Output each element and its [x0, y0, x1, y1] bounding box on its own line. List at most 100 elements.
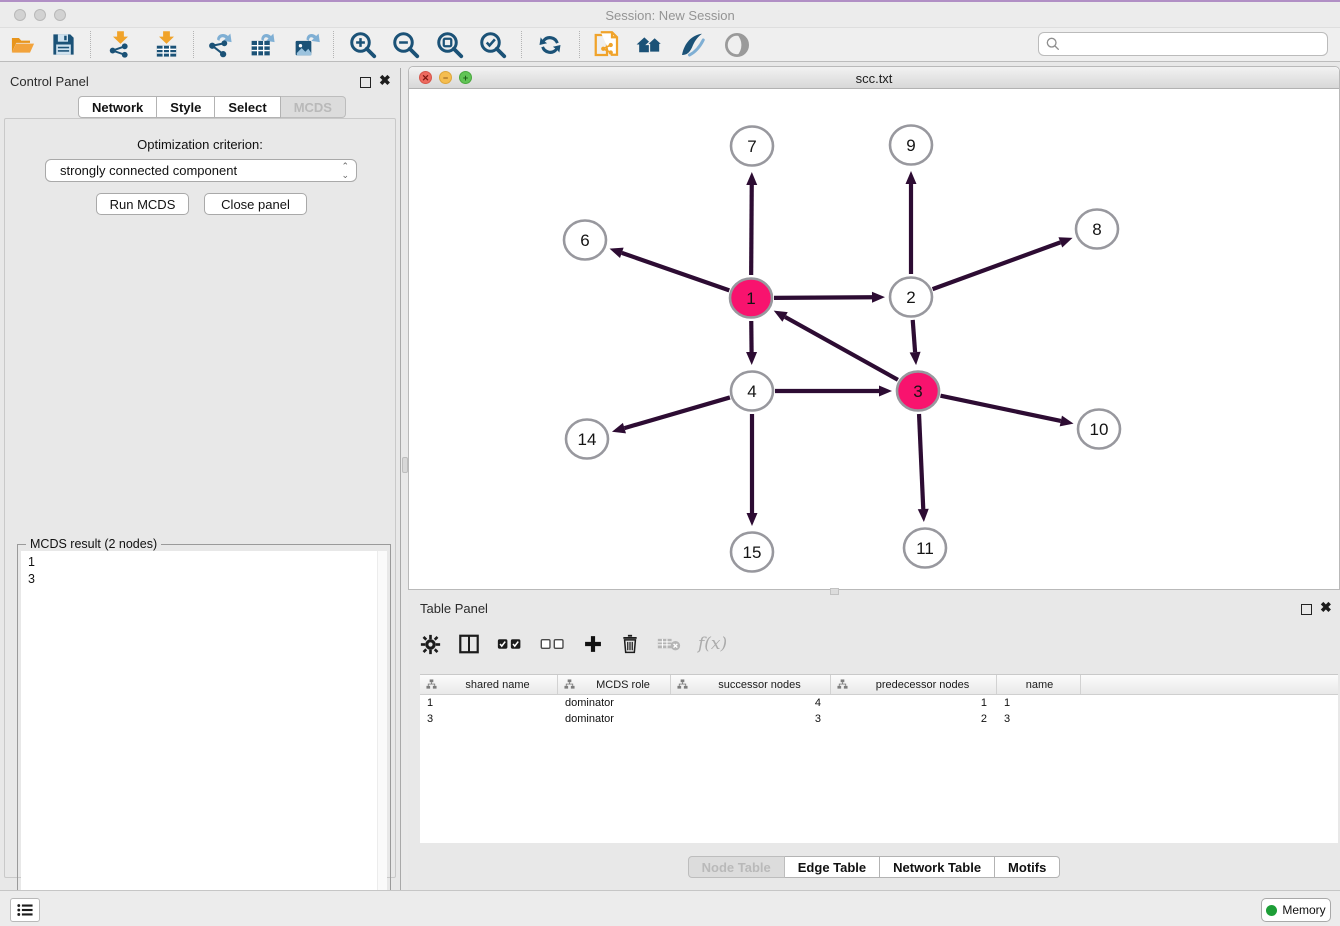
table-cell[interactable]: 4: [671, 695, 831, 711]
graph-edge-3-1[interactable]: [785, 317, 898, 380]
graph-node-10[interactable]: 10: [1078, 410, 1120, 449]
mcds-result-text[interactable]: 1 3: [21, 551, 377, 918]
close-panel-icon[interactable]: ✖: [379, 75, 391, 86]
column-header-name[interactable]: name: [997, 675, 1081, 694]
network-graph[interactable]: 1 2 3 4 6 7 8 9 10 11 14 15: [409, 89, 1339, 589]
tab-select[interactable]: Select: [215, 96, 280, 118]
save-session-icon[interactable]: [46, 29, 80, 60]
graph-edge-1-2[interactable]: [774, 297, 872, 298]
graph-node-4[interactable]: 4: [731, 372, 773, 411]
network-window: ✕ − + scc.txt 1 2 3 4 6 7 8 9 10 11 14 15: [408, 66, 1340, 590]
graph-node-15[interactable]: 15: [731, 533, 773, 572]
table-cell[interactable]: 3: [671, 711, 831, 727]
column-header-successor-nodes[interactable]: successor nodes: [671, 675, 831, 694]
graph-node-label: 3: [913, 382, 922, 401]
control-panel-tabs: NetworkStyleSelectMCDS: [78, 96, 346, 118]
graph-edge-1-6[interactable]: [622, 253, 729, 291]
table-settings-icon[interactable]: [420, 634, 441, 655]
delete-columns-icon[interactable]: [620, 634, 640, 654]
column-header-predecessor-nodes[interactable]: predecessor nodes: [831, 675, 997, 694]
export-network-icon[interactable]: [202, 29, 236, 60]
table-cell[interactable]: dominator: [558, 711, 671, 727]
graph-edge-4-14[interactable]: [624, 397, 729, 428]
new-network-from-selection-icon[interactable]: [590, 29, 624, 60]
column-header-mcds-role[interactable]: MCDS role: [558, 675, 671, 694]
table-cell[interactable]: 1: [997, 695, 1081, 711]
memory-button[interactable]: Memory: [1261, 898, 1331, 922]
show-column-panel-icon[interactable]: [458, 633, 480, 655]
graph-edge-2-8[interactable]: [933, 242, 1061, 289]
node-table: shared nameMCDS rolesuccessor nodesprede…: [420, 674, 1338, 843]
zoom-fit-icon[interactable]: [433, 29, 467, 60]
graph-node-7[interactable]: 7: [731, 127, 773, 166]
tab-mcds[interactable]: MCDS: [281, 96, 346, 118]
select-all-columns-icon[interactable]: [497, 637, 523, 651]
mcds-result-title: MCDS result (2 nodes): [26, 537, 161, 551]
close-panel-button[interactable]: Close panel: [204, 193, 307, 215]
table-tab-node-table[interactable]: Node Table: [688, 856, 785, 878]
memory-status-icon: [1266, 905, 1277, 916]
graph-node-14[interactable]: 14: [566, 420, 608, 459]
graph-node-11[interactable]: 11: [904, 529, 946, 568]
table-cell[interactable]: 3: [420, 711, 558, 727]
graph-edge-3-11[interactable]: [919, 414, 923, 509]
import-network-icon[interactable]: [103, 29, 137, 60]
status-bar: Memory: [0, 890, 1340, 926]
task-history-button[interactable]: [10, 898, 40, 922]
import-table-icon[interactable]: [149, 29, 183, 60]
graph-node-9[interactable]: 9: [890, 126, 932, 165]
show-graphics-details-icon[interactable]: [675, 29, 709, 60]
graph-node-1[interactable]: 1: [730, 279, 772, 318]
zoom-selected-icon[interactable]: [476, 29, 510, 60]
search-input[interactable]: [1061, 37, 1327, 51]
graph-edge-arrowhead: [872, 292, 885, 303]
table-cell[interactable]: 2: [831, 711, 997, 727]
graph-edge-arrowhead: [747, 513, 758, 526]
horizontal-splitter-grip[interactable]: [830, 588, 839, 595]
float-panel-icon[interactable]: [360, 75, 371, 93]
table-tab-motifs[interactable]: Motifs: [995, 856, 1060, 878]
graph-edge-3-10[interactable]: [941, 396, 1061, 421]
open-session-icon[interactable]: [6, 29, 40, 60]
graph-edge-2-3[interactable]: [913, 320, 915, 352]
run-mcds-button[interactable]: Run MCDS: [96, 193, 189, 215]
tab-style[interactable]: Style: [157, 96, 215, 118]
graph-node-8[interactable]: 8: [1076, 210, 1118, 249]
export-table-icon[interactable]: [245, 29, 279, 60]
refresh-layout-icon[interactable]: [533, 29, 567, 60]
tab-network[interactable]: Network: [78, 96, 157, 118]
column-header-shared-name[interactable]: shared name: [420, 675, 558, 694]
graph-node-2[interactable]: 2: [890, 278, 932, 317]
graph-node-3[interactable]: 3: [897, 372, 939, 411]
toolbar-search[interactable]: [1038, 32, 1328, 56]
table-cell[interactable]: dominator: [558, 695, 671, 711]
column-type-icon: [837, 679, 848, 690]
table-float-panel-icon[interactable]: [1301, 602, 1312, 620]
table-cell[interactable]: 1: [420, 695, 558, 711]
table-cell[interactable]: 3: [997, 711, 1081, 727]
table-tab-edge-table[interactable]: Edge Table: [785, 856, 880, 878]
network-canvas[interactable]: 1 2 3 4 6 7 8 9 10 11 14 15: [409, 89, 1339, 589]
table-row[interactable]: 1dominator411: [420, 695, 1338, 711]
graph-edge-arrowhead: [879, 386, 892, 397]
table-tab-network-table[interactable]: Network Table: [880, 856, 995, 878]
result-scrollbar[interactable]: [377, 551, 387, 918]
graph-node-6[interactable]: 6: [564, 221, 606, 260]
eye-icon[interactable]: [720, 29, 754, 60]
app-title: Session: New Session: [0, 8, 1340, 23]
table-close-panel-icon[interactable]: ✖: [1320, 602, 1332, 613]
zoom-in-icon[interactable]: [346, 29, 380, 60]
zoom-out-icon[interactable]: [389, 29, 423, 60]
graph-node-label: 14: [578, 430, 597, 449]
search-icon: [1045, 36, 1061, 52]
first-neighbors-icon[interactable]: [632, 29, 666, 60]
criterion-dropdown[interactable]: strongly connected component ⌃⌄: [45, 159, 357, 182]
table-row[interactable]: 3dominator323: [420, 711, 1338, 727]
panel-splitter[interactable]: [400, 68, 408, 890]
network-window-titlebar[interactable]: ✕ − + scc.txt: [409, 67, 1339, 89]
create-column-icon[interactable]: [583, 634, 603, 654]
graph-edge-1-7[interactable]: [751, 185, 752, 275]
export-image-icon[interactable]: [289, 29, 323, 60]
deselect-all-columns-icon[interactable]: [540, 637, 566, 651]
table-cell[interactable]: 1: [831, 695, 997, 711]
